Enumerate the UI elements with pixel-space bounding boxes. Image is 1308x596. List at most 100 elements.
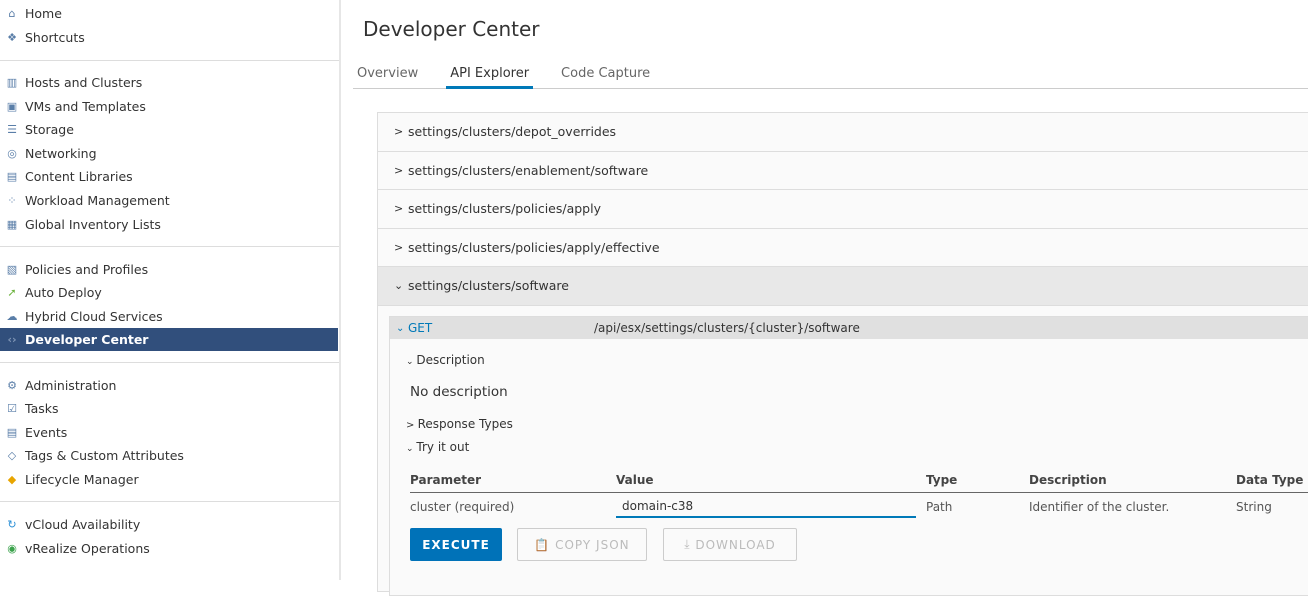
endpoint-row[interactable]: > settings/clusters/policies/apply	[378, 190, 1308, 229]
inventory-icon: ▦	[6, 218, 18, 231]
param-type: Path	[926, 500, 953, 514]
sidebar-item-label: Policies and Profiles	[25, 262, 149, 277]
sidebar-item-administration[interactable]: ⚙ Administration	[0, 374, 338, 397]
sidebar-item-storage[interactable]: ☰ Storage	[0, 118, 338, 141]
sidebar-item-label: VMs and Templates	[25, 99, 146, 114]
sidebar-item-label: Home	[25, 6, 62, 21]
download-button[interactable]: ⤓ DOWNLOAD	[663, 528, 797, 561]
description-label: Description	[416, 353, 485, 367]
column-header: Value	[616, 473, 654, 487]
sidebar-item-vcloud-availability[interactable]: ↻ vCloud Availability	[0, 513, 338, 536]
endpoint-label: settings/clusters/software	[408, 278, 569, 294]
tab-overview[interactable]: Overview	[353, 60, 422, 89]
sidebar-item-events[interactable]: ▤ Events	[0, 421, 338, 444]
sidebar-item-shortcuts[interactable]: ❖ Shortcuts	[0, 26, 338, 49]
sidebar-item-label: Events	[25, 425, 68, 440]
chevron-down-icon: ⌄	[394, 279, 404, 293]
workload-icon: ⁘	[7, 194, 17, 207]
main-content: Developer Center Overview API Explorer C…	[343, 0, 1308, 596]
chevron-right-icon: >	[406, 420, 418, 431]
sidebar-item-hybrid-cloud-services[interactable]: ☁ Hybrid Cloud Services	[0, 305, 338, 328]
endpoint-label: settings/clusters/policies/apply/effecti…	[408, 239, 660, 255]
sidebar-divider	[0, 60, 339, 61]
sidebar-item-hosts-and-clusters[interactable]: ▥ Hosts and Clusters	[0, 71, 338, 94]
endpoint-label: settings/clusters/depot_overrides	[408, 124, 617, 140]
description-text: No description	[410, 384, 508, 400]
http-method: GET	[408, 321, 433, 335]
storage-icon: ☰	[7, 123, 17, 136]
events-icon: ▤	[6, 426, 18, 439]
column-header: Type	[926, 473, 958, 487]
sidebar-item-developer-center[interactable]: ‹› Developer Center	[0, 328, 338, 351]
chevron-right-icon: >	[394, 163, 404, 177]
sidebar-item-label: Hosts and Clusters	[25, 75, 143, 90]
auto-deploy-icon: ➚	[7, 286, 17, 299]
table-divider	[410, 492, 1308, 493]
sidebar: ⌂ Home ❖ Shortcuts ▥ Hosts and Clusters ▣ VMs a…	[0, 0, 341, 580]
sidebar-item-networking[interactable]: ◎ Networking	[0, 142, 338, 165]
sidebar-item-vrealize-operations[interactable]: ◉ vRealize Operations	[0, 537, 338, 560]
policies-icon: ▧	[6, 263, 18, 276]
column-header: Description	[1029, 473, 1107, 487]
description-toggle[interactable]: ⌄ Description	[406, 353, 485, 367]
sidebar-item-label: Tasks	[25, 401, 59, 416]
sidebar-item-label: Global Inventory Lists	[25, 217, 161, 232]
endpoint-row[interactable]: > settings/clusters/enablement/software	[378, 151, 1308, 190]
sidebar-item-home[interactable]: ⌂ Home	[0, 2, 338, 25]
response-types-toggle[interactable]: > Response Types	[406, 417, 513, 431]
vm-icon: ▣	[6, 100, 18, 113]
chevron-right-icon: >	[394, 240, 404, 254]
copy-json-label: COPY JSON	[555, 537, 630, 552]
operation-header[interactable]: ⌄ GET /api/esx/settings/clusters/{cluste…	[390, 317, 1308, 339]
sidebar-item-label: Shortcuts	[25, 30, 85, 45]
endpoint-label: settings/clusters/policies/apply	[408, 201, 601, 217]
param-value-input[interactable]	[616, 496, 916, 518]
sidebar-divider	[0, 362, 339, 363]
execute-button[interactable]: EXECUTE	[410, 528, 502, 561]
vcloud-icon: ↻	[7, 518, 17, 531]
tab-code-capture[interactable]: Code Capture	[557, 60, 654, 89]
chevron-down-icon: ⌄	[406, 444, 417, 454]
copy-json-button[interactable]: 📋 COPY JSON	[517, 528, 647, 561]
sidebar-item-label: Developer Center	[25, 332, 149, 347]
sidebar-divider	[0, 246, 339, 247]
cloud-icon: ☁	[6, 310, 18, 323]
endpoint-row-expanded[interactable]: ⌄ settings/clusters/software	[378, 267, 1308, 306]
response-types-label: Response Types	[417, 417, 513, 431]
page-title: Developer Center	[363, 17, 540, 41]
tab-bar: Overview API Explorer Code Capture	[353, 60, 1308, 89]
sidebar-item-workload-management[interactable]: ⁘ Workload Management	[0, 189, 338, 212]
sidebar-item-vms-and-templates[interactable]: ▣ VMs and Templates	[0, 95, 338, 118]
sidebar-item-content-libraries[interactable]: ▤ Content Libraries	[0, 165, 338, 188]
network-icon: ◎	[7, 147, 17, 160]
sidebar-item-auto-deploy[interactable]: ➚ Auto Deploy	[0, 281, 338, 304]
vrealize-icon: ◉	[7, 542, 17, 555]
operation-panel: ⌄ GET /api/esx/settings/clusters/{cluste…	[389, 316, 1308, 596]
clipboard-icon: 📋	[534, 537, 556, 552]
sidebar-item-tags-custom-attributes[interactable]: ◇ Tags & Custom Attributes	[0, 444, 338, 467]
endpoint-row[interactable]: > settings/clusters/policies/apply/effect…	[378, 228, 1308, 267]
lifecycle-icon: ◆	[7, 473, 17, 486]
sidebar-item-label: Workload Management	[25, 193, 170, 208]
sidebar-item-label: Auto Deploy	[25, 285, 102, 300]
sidebar-item-label: Storage	[25, 122, 74, 137]
sidebar-item-policies-and-profiles[interactable]: ▧ Policies and Profiles	[0, 258, 338, 281]
param-data-type: String	[1236, 500, 1272, 514]
tab-api-explorer[interactable]: API Explorer	[446, 60, 534, 89]
sidebar-item-label: Administration	[25, 378, 117, 393]
tasks-icon: ☑	[7, 402, 17, 415]
chevron-down-icon: ⌄	[396, 322, 405, 334]
sidebar-item-tasks[interactable]: ☑ Tasks	[0, 397, 338, 420]
sidebar-divider	[0, 501, 339, 502]
chevron-right-icon: >	[394, 125, 404, 139]
code-icon: ‹›	[7, 333, 17, 346]
endpoint-row[interactable]: > settings/clusters/depot_overrides	[378, 113, 1308, 152]
operation-path: /api/esx/settings/clusters/{cluster}/sof…	[594, 321, 860, 335]
try-it-out-toggle[interactable]: ⌄ Try it out	[406, 440, 469, 454]
sidebar-item-global-inventory-lists[interactable]: ▦ Global Inventory Lists	[0, 213, 338, 236]
sidebar-item-label: vCloud Availability	[25, 517, 141, 532]
sidebar-item-lifecycle-manager[interactable]: ◆ Lifecycle Manager	[0, 468, 338, 491]
sidebar-item-label: Tags & Custom Attributes	[25, 448, 184, 463]
endpoint-label: settings/clusters/enablement/software	[408, 162, 649, 178]
try-it-out-label: Try it out	[416, 440, 470, 454]
